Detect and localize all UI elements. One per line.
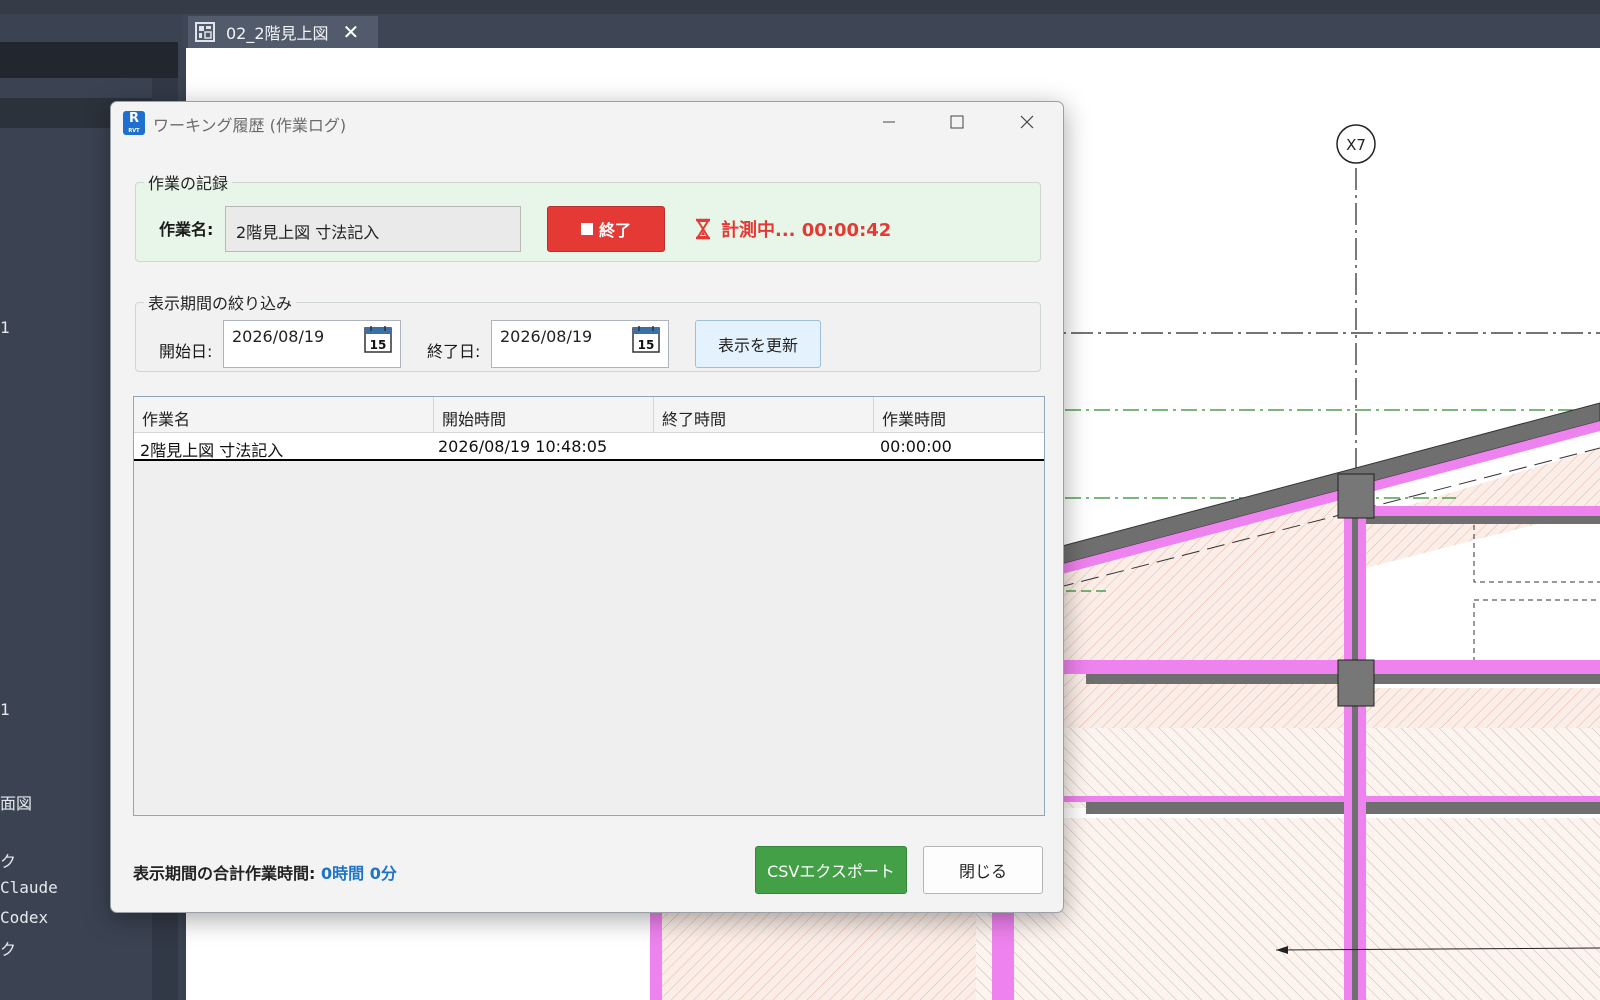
timer-text: 計測中... 00:00:42	[721, 220, 892, 241]
end-date-picker[interactable]: 2026/08/19 15	[491, 320, 669, 368]
work-log-table[interactable]: 作業名 開始時間 終了時間 作業時間 2階見上図 寸法記入 2026/08/19…	[133, 396, 1045, 816]
browser-item[interactable]: 1	[0, 700, 10, 719]
table-row[interactable]: 2階見上図 寸法記入 2026/08/19 10:48:05 00:00:00	[134, 433, 1044, 461]
work-history-dialog: R RVT ワーキング履歴 (作業ログ) 作業の記録 作業名: 2階見上図 寸法記…	[110, 101, 1064, 913]
column-header-task[interactable]: 作業名	[134, 397, 434, 433]
document-tab-label: 02_2階見上図	[226, 24, 329, 43]
end-date-value: 2026/08/19	[500, 327, 593, 346]
maximize-icon	[950, 115, 964, 129]
stop-square-icon	[580, 223, 593, 235]
hourglass-icon	[696, 218, 710, 240]
stop-button-label: 終了	[598, 221, 631, 240]
browser-item[interactable]: 1	[0, 318, 10, 337]
calendar-day: 15	[638, 338, 655, 352]
task-name-input[interactable]: 2階見上図 寸法記入	[225, 206, 521, 252]
minimize-button[interactable]	[857, 102, 921, 142]
window-close-button[interactable]	[995, 102, 1059, 142]
refresh-button[interactable]: 表示を更新	[695, 320, 821, 368]
browser-item[interactable]: Claude	[0, 878, 58, 897]
cell-start: 2026/08/19 10:48:05	[438, 437, 608, 456]
dialog-titlebar[interactable]: R RVT ワーキング履歴 (作業ログ)	[111, 102, 1063, 142]
table-header: 作業名 開始時間 終了時間 作業時間	[134, 397, 1044, 433]
column-header-duration[interactable]: 作業時間	[874, 397, 1044, 433]
app-top-bar	[0, 0, 1600, 14]
close-button[interactable]: 閉じる	[923, 846, 1043, 894]
start-date-label: 開始日:	[159, 342, 213, 361]
start-date-value: 2026/08/19	[232, 327, 325, 346]
end-date-label: 終了日:	[427, 342, 481, 361]
calendar-icon[interactable]: 15	[632, 325, 660, 353]
revit-app-icon: R RVT	[123, 111, 145, 135]
floor-plan-icon	[195, 22, 215, 42]
browser-item[interactable]: Codex	[0, 908, 48, 927]
minimize-icon	[883, 121, 895, 123]
period-filter-legend: 表示期間の絞り込み	[148, 294, 293, 313]
timer-status: 計測中... 00:00:42	[695, 216, 891, 242]
column-header-start[interactable]: 開始時間	[434, 397, 654, 433]
calendar-icon[interactable]: 15	[364, 325, 392, 353]
browser-item[interactable]: ク	[0, 936, 16, 960]
column-header-end[interactable]: 終了時間	[654, 397, 874, 433]
document-tab-strip	[182, 14, 1600, 48]
total-value: 0時間 0分	[320, 864, 397, 883]
grid-bubble-label: X7	[1346, 136, 1366, 154]
cell-duration: 00:00:00	[880, 437, 952, 456]
panel-header	[0, 42, 178, 78]
close-icon[interactable]: ✕	[343, 20, 360, 44]
stop-button[interactable]: 終了	[547, 206, 665, 252]
document-tab[interactable]: 02_2階見上図 ✕	[188, 16, 378, 48]
work-record-legend: 作業の記録	[148, 174, 229, 193]
cell-task: 2階見上図 寸法記入	[140, 441, 284, 460]
close-icon	[1020, 115, 1034, 129]
total-label: 表示期間の合計作業時間:	[133, 864, 316, 883]
maximize-button[interactable]	[925, 102, 989, 142]
task-name-label: 作業名:	[159, 220, 214, 239]
total-work-time: 表示期間の合計作業時間: 0時間 0分	[133, 860, 397, 884]
browser-item[interactable]: ク	[0, 848, 16, 872]
browser-item[interactable]: 面図	[0, 790, 32, 814]
start-date-picker[interactable]: 2026/08/19 15	[223, 320, 401, 368]
calendar-day: 15	[370, 338, 387, 352]
csv-export-button[interactable]: CSVエクスポート	[755, 846, 907, 894]
dialog-title: ワーキング履歴 (作業ログ)	[153, 116, 347, 135]
